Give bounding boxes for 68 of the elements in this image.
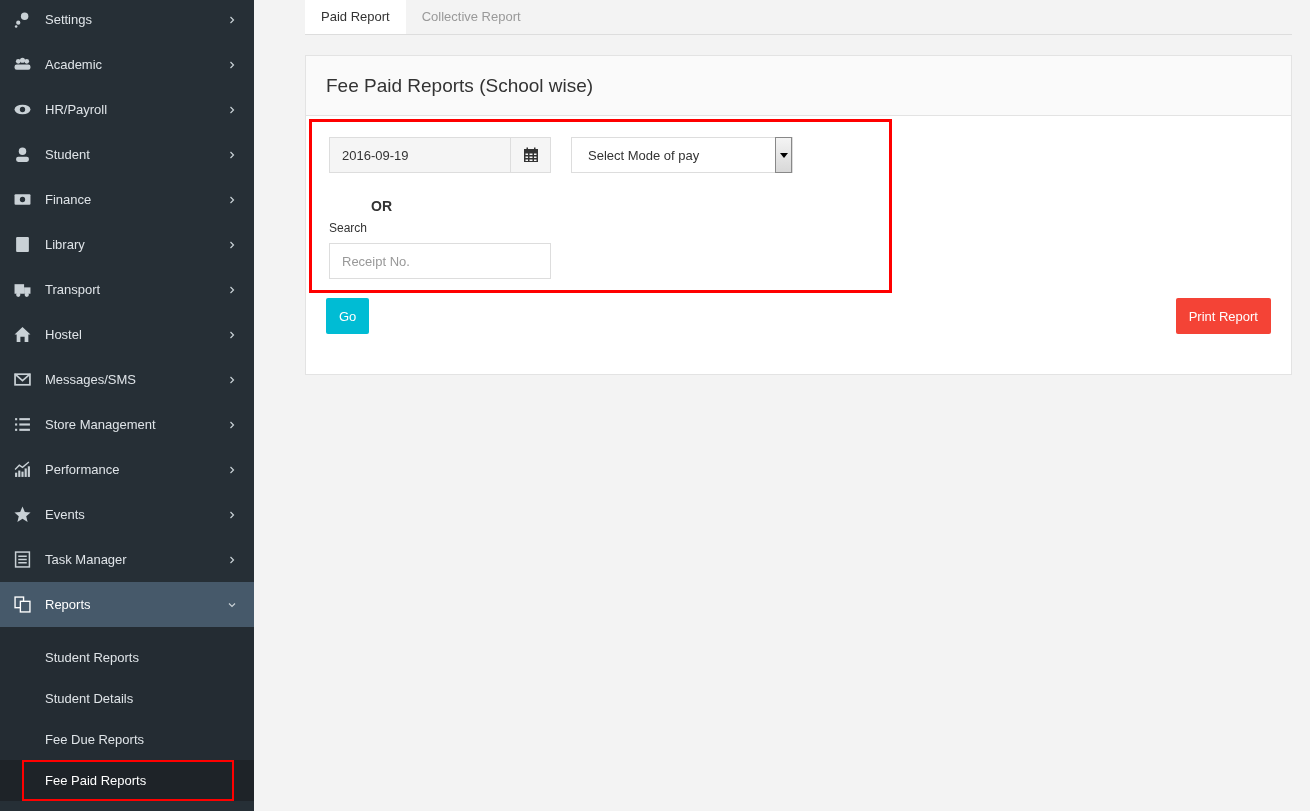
chevron-right-icon xyxy=(228,15,236,24)
submenu-item[interactable]: Fee Due Reports xyxy=(0,719,254,760)
chevron-right-icon xyxy=(228,375,236,384)
chevron-right-icon xyxy=(228,330,236,339)
truck-icon xyxy=(14,281,31,298)
users-icon xyxy=(14,56,31,73)
submenu-item[interactable]: Student Details xyxy=(0,678,254,719)
sidebar-item-label: Student xyxy=(45,147,91,162)
panel-title: Fee Paid Reports (School wise) xyxy=(326,74,594,97)
list-icon xyxy=(14,416,31,433)
copy-icon xyxy=(14,596,31,613)
sidebar-item-label: Task Manager xyxy=(45,552,128,567)
sidebar-item[interactable]: Events xyxy=(0,492,254,537)
sidebar-item-label: Hostel xyxy=(45,327,83,342)
or-label: OR xyxy=(371,198,393,214)
sidebar-item-label: Events xyxy=(45,507,86,522)
sidebar-item[interactable]: Library xyxy=(0,222,254,267)
sidebar-item[interactable]: Performance xyxy=(0,447,254,492)
sidebar-item-label: Library xyxy=(45,237,86,252)
calendar-icon xyxy=(522,147,539,163)
sidebar-item-label: Transport xyxy=(45,282,102,297)
submenu-item[interactable]: Fee Paid Reports xyxy=(0,760,254,801)
chevron-right-icon xyxy=(228,420,236,429)
tab[interactable]: Paid Report xyxy=(305,0,406,34)
caret-icon xyxy=(779,152,788,158)
money-icon xyxy=(14,191,31,208)
sidebar-item-label: Reports xyxy=(45,597,92,612)
date-field[interactable]: 2016-09-19 xyxy=(329,137,510,173)
sidebar-item[interactable]: Finance xyxy=(0,177,254,222)
sidebar-item-label: Store Management xyxy=(45,417,157,432)
chevron-down-icon xyxy=(228,600,236,609)
sidebar-item[interactable]: HR/Payroll xyxy=(0,87,254,132)
chevron-right-icon xyxy=(228,105,236,114)
star-icon xyxy=(14,506,31,523)
sidebar-item[interactable]: Settings xyxy=(0,0,254,42)
sidebar-item-label: Academic xyxy=(45,57,104,72)
chevron-right-icon xyxy=(228,285,236,294)
sidebar-item[interactable]: Academic xyxy=(0,42,254,87)
sidebar-item-label: Settings xyxy=(45,12,93,27)
print-report-button[interactable]: Print Report xyxy=(1175,298,1271,334)
chevron-right-icon xyxy=(228,60,236,69)
doc-icon xyxy=(14,551,31,568)
chevron-right-icon xyxy=(228,465,236,474)
sidebar-item[interactable]: Reports xyxy=(0,582,254,627)
chevron-right-icon xyxy=(228,195,236,204)
chevron-right-icon xyxy=(228,240,236,249)
chevron-right-icon xyxy=(228,150,236,159)
sidebar-item-label: Finance xyxy=(45,192,93,207)
sidebar-item-label: Performance xyxy=(45,462,121,477)
sidebar-item[interactable]: Messages/SMS xyxy=(0,357,254,402)
calendar-button[interactable] xyxy=(510,137,551,173)
submenu-item[interactable]: Student Reports xyxy=(0,637,254,678)
sidebar-item[interactable]: Store Management xyxy=(0,402,254,447)
chevron-right-icon xyxy=(228,510,236,519)
home-icon xyxy=(14,326,31,343)
mode-of-pay-select[interactable]: Select Mode of pay xyxy=(571,137,793,173)
sidebar-item[interactable]: Transport xyxy=(0,267,254,312)
sidebar-item[interactable]: Task Manager xyxy=(0,537,254,582)
sidebar-item[interactable]: Student xyxy=(0,132,254,177)
sidebar-item-label: HR/Payroll xyxy=(45,102,109,117)
chart-icon xyxy=(14,461,31,478)
receipt-search-field[interactable]: Receipt No. xyxy=(329,243,551,279)
mail-icon xyxy=(14,371,31,388)
sidebar-item-label: Messages/SMS xyxy=(45,372,138,387)
chevron-right-icon xyxy=(228,555,236,564)
user-icon xyxy=(14,146,31,163)
sidebar-item[interactable]: Hostel xyxy=(0,312,254,357)
search-label: Search xyxy=(329,221,369,235)
